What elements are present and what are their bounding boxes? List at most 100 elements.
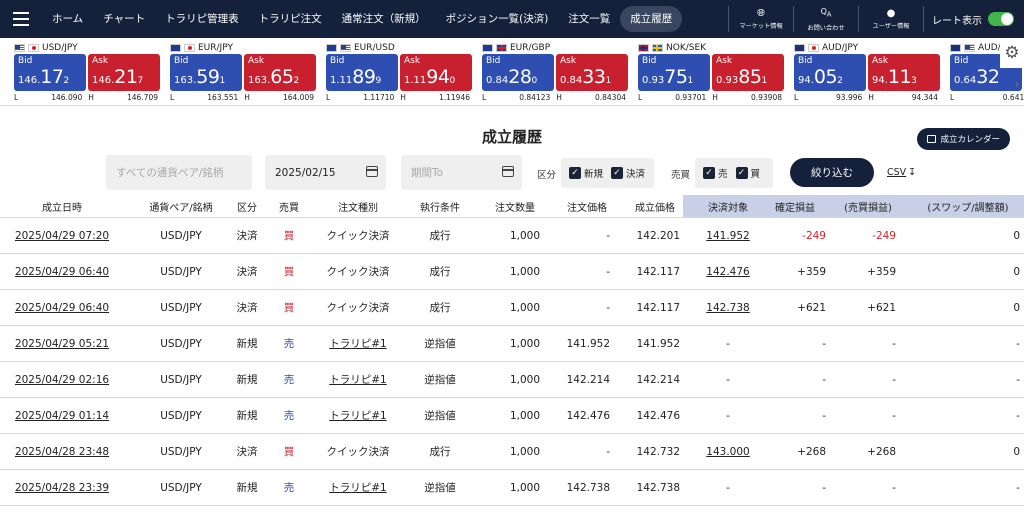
settlement-target-link[interactable]: 142.476 [706, 266, 749, 278]
table-cell: 決済 [236, 230, 258, 242]
rate-card[interactable]: EUR/GBP Bid 0.84280 Ask 0.84331 L 0.84123 H 0.84… [482, 41, 628, 105]
contact-button[interactable]: QA お問い合わせ [794, 0, 858, 38]
column-header[interactable]: 成立日時 [14, 195, 110, 217]
market-info-button[interactable]: 🌐︎ マーケット情報 [729, 0, 793, 38]
settlement-target-link[interactable]: 143.000 [706, 446, 749, 458]
trade-datetime-link[interactable]: 2025/04/28 23:39 [15, 482, 109, 494]
nav-item[interactable]: トラリピ管理表 [155, 6, 249, 32]
globe-icon: 🌐︎ [757, 8, 765, 19]
gear-icon[interactable]: ⚙︎ [1000, 38, 1024, 68]
column-header[interactable]: (売買損益) [832, 195, 904, 217]
table-cell-wrap: - [832, 326, 896, 361]
calendar-icon [927, 135, 937, 143]
table-row[interactable]: 2025/04/28 23:39 USD/JPY 新規 売 トラリピ#1 逆指値 1,000… [0, 470, 1024, 506]
column-header[interactable]: 確定損益 [762, 195, 828, 217]
ask-button[interactable]: Ask 1.11940 [400, 54, 472, 91]
low-value: 93.996 [836, 93, 863, 102]
table-row[interactable]: 2025/04/29 05:21 USD/JPY 新規 売 トラリピ#1 逆指値 1,000… [0, 326, 1024, 362]
nav-item[interactable]: 通常注文（新規） [332, 6, 436, 32]
order-type-link[interactable]: トラリピ#1 [329, 408, 386, 423]
trade-datetime-link[interactable]: 2025/04/29 06:40 [15, 302, 109, 314]
trade-datetime-link[interactable]: 2025/04/29 07:20 [15, 230, 109, 242]
csv-download-link[interactable]: CSV ↧ [887, 167, 916, 178]
high-label: H [400, 93, 406, 102]
ask-button[interactable]: Ask 0.93851 [712, 54, 784, 91]
trade-datetime-link[interactable]: 2025/04/28 23:48 [15, 446, 109, 458]
filter-button[interactable]: 絞り込む [790, 158, 874, 187]
table-cell: 新規 [236, 482, 258, 494]
table-cell: クイック決済 [326, 302, 390, 314]
rate-card[interactable]: EUR/JPY Bid 163.591 Ask 163.652 L 163.551 H 164.… [170, 41, 316, 105]
table-row[interactable]: 2025/04/29 06:40 USD/JPY 決済 買 クイック決済 成行 1,000 -… [0, 254, 1024, 290]
nav-item[interactable]: チャート [93, 6, 155, 32]
nav-item[interactable]: 注文一覧 [558, 6, 620, 32]
order-type-link[interactable]: トラリピ#1 [329, 336, 386, 351]
baibai-sell-checkbox[interactable]: ✓ 売 [703, 166, 728, 180]
rate-card[interactable]: USD/JPY Bid 146.172 Ask 146.217 L 146.090 H 146.… [14, 41, 160, 105]
nav-item[interactable]: ポジション一覧(決済) [436, 6, 559, 32]
rate-card[interactable]: NOK/SEK Bid 0.93751 Ask 0.93851 L 0.93701 H 0.93… [638, 41, 784, 105]
column-header[interactable]: 通貨ペア/銘柄 [140, 195, 222, 217]
bid-button[interactable]: Bid 1.11899 [326, 54, 398, 91]
chevron-right-icon[interactable]: › [1010, 69, 1024, 99]
column-header[interactable]: 売買 [272, 195, 306, 217]
column-header[interactable]: (スワップ/調整額) [912, 195, 1024, 217]
column-header[interactable]: 注文種別 [316, 195, 400, 217]
low-value: 0.93701 [675, 93, 707, 102]
table-cell-wrap: USD/JPY [140, 362, 222, 397]
table-row[interactable]: 2025/04/29 07:20 USD/JPY 決済 買 クイック決済 成行 1,000 -… [0, 218, 1024, 254]
ask-button[interactable]: Ask 163.652 [244, 54, 316, 91]
kubun-new-checkbox[interactable]: ✓ 新規 [569, 166, 603, 180]
flag-icon [496, 43, 507, 52]
bid-button[interactable]: Bid 0.93751 [638, 54, 710, 91]
settlement-target-link[interactable]: 142.738 [706, 302, 749, 314]
bid-button[interactable]: Bid 163.591 [170, 54, 242, 91]
table-cell-wrap: +359 [832, 254, 896, 289]
trade-datetime-link[interactable]: 2025/04/29 05:21 [15, 338, 109, 350]
nav-item[interactable]: トラリピ注文 [249, 6, 332, 32]
table-row[interactable]: 2025/04/29 06:40 USD/JPY 決済 買 クイック決済 成行 1,000 -… [0, 290, 1024, 326]
table-cell-wrap: - [690, 470, 766, 505]
date-from-input[interactable]: 2025/02/15 [265, 155, 386, 190]
user-info-button[interactable]: ● ユーザー情報 [859, 0, 923, 38]
bid-button[interactable]: Bid 94.052 [794, 54, 866, 91]
column-header[interactable]: 成立価格 [624, 195, 686, 217]
trade-datetime-link[interactable]: 2025/04/29 06:40 [15, 266, 109, 278]
ask-button[interactable]: Ask 146.217 [88, 54, 160, 91]
column-header[interactable]: 決済対象 [690, 195, 766, 217]
trade-calendar-button[interactable]: 成立カレンダー [917, 128, 1010, 150]
nav-item[interactable]: ホーム [42, 6, 93, 32]
bid-button[interactable]: Bid 0.84280 [482, 54, 554, 91]
hamburger-menu-icon[interactable] [0, 0, 42, 38]
pair-select[interactable]: すべての通貨ペア/銘柄 [106, 155, 252, 190]
rate-card[interactable]: AUD/JPY Bid 94.052 Ask 94.113 L 93.996 H 94.344 [794, 41, 940, 105]
column-header[interactable]: 注文価格 [556, 195, 618, 217]
trade-datetime-link[interactable]: 2025/04/29 01:14 [15, 410, 109, 422]
kubun-settle-checkbox[interactable]: ✓ 決済 [611, 166, 645, 180]
table-row[interactable]: 2025/04/28 23:48 USD/JPY 決済 買 クイック決済 成行 1,000 -… [0, 434, 1024, 470]
calendar-icon[interactable] [366, 166, 378, 177]
calendar-icon[interactable] [502, 166, 514, 177]
settlement-target-link[interactable]: 141.952 [706, 230, 749, 242]
rate-card[interactable]: EUR/USD Bid 1.11899 Ask 1.11940 L 1.11710 H 1.11… [326, 41, 472, 105]
table-row[interactable]: 2025/04/29 02:16 USD/JPY 新規 売 トラリピ#1 逆指値 1,000… [0, 362, 1024, 398]
ask-button[interactable]: Ask 94.113 [868, 54, 940, 91]
table-cell-wrap: 1,000 [478, 398, 540, 433]
column-header[interactable]: 執行条件 [406, 195, 474, 217]
date-to-input[interactable]: 期間To [401, 155, 522, 190]
ask-button[interactable]: Ask 0.84331 [556, 54, 628, 91]
trade-datetime-link[interactable]: 2025/04/29 02:16 [15, 374, 109, 386]
table-row[interactable]: 2025/04/29 01:14 USD/JPY 新規 売 トラリピ#1 逆指値 1,000… [0, 398, 1024, 434]
column-header[interactable]: 注文数量 [484, 195, 546, 217]
baibai-buy-checkbox[interactable]: ✓ 買 [735, 166, 760, 180]
bid-button[interactable]: Bid 146.172 [14, 54, 86, 91]
bid-price-prefix: 163. [174, 75, 197, 86]
table-cell-wrap: +268 [766, 434, 826, 469]
rate-display-toggle[interactable] [988, 12, 1014, 26]
order-type-link[interactable]: トラリピ#1 [329, 480, 386, 495]
column-header[interactable]: 区分 [230, 195, 264, 217]
nav-item[interactable]: 成立履歴 [620, 6, 683, 32]
table-cell: 新規 [236, 338, 258, 350]
side-cell: 売 [283, 338, 295, 350]
order-type-link[interactable]: トラリピ#1 [329, 372, 386, 387]
